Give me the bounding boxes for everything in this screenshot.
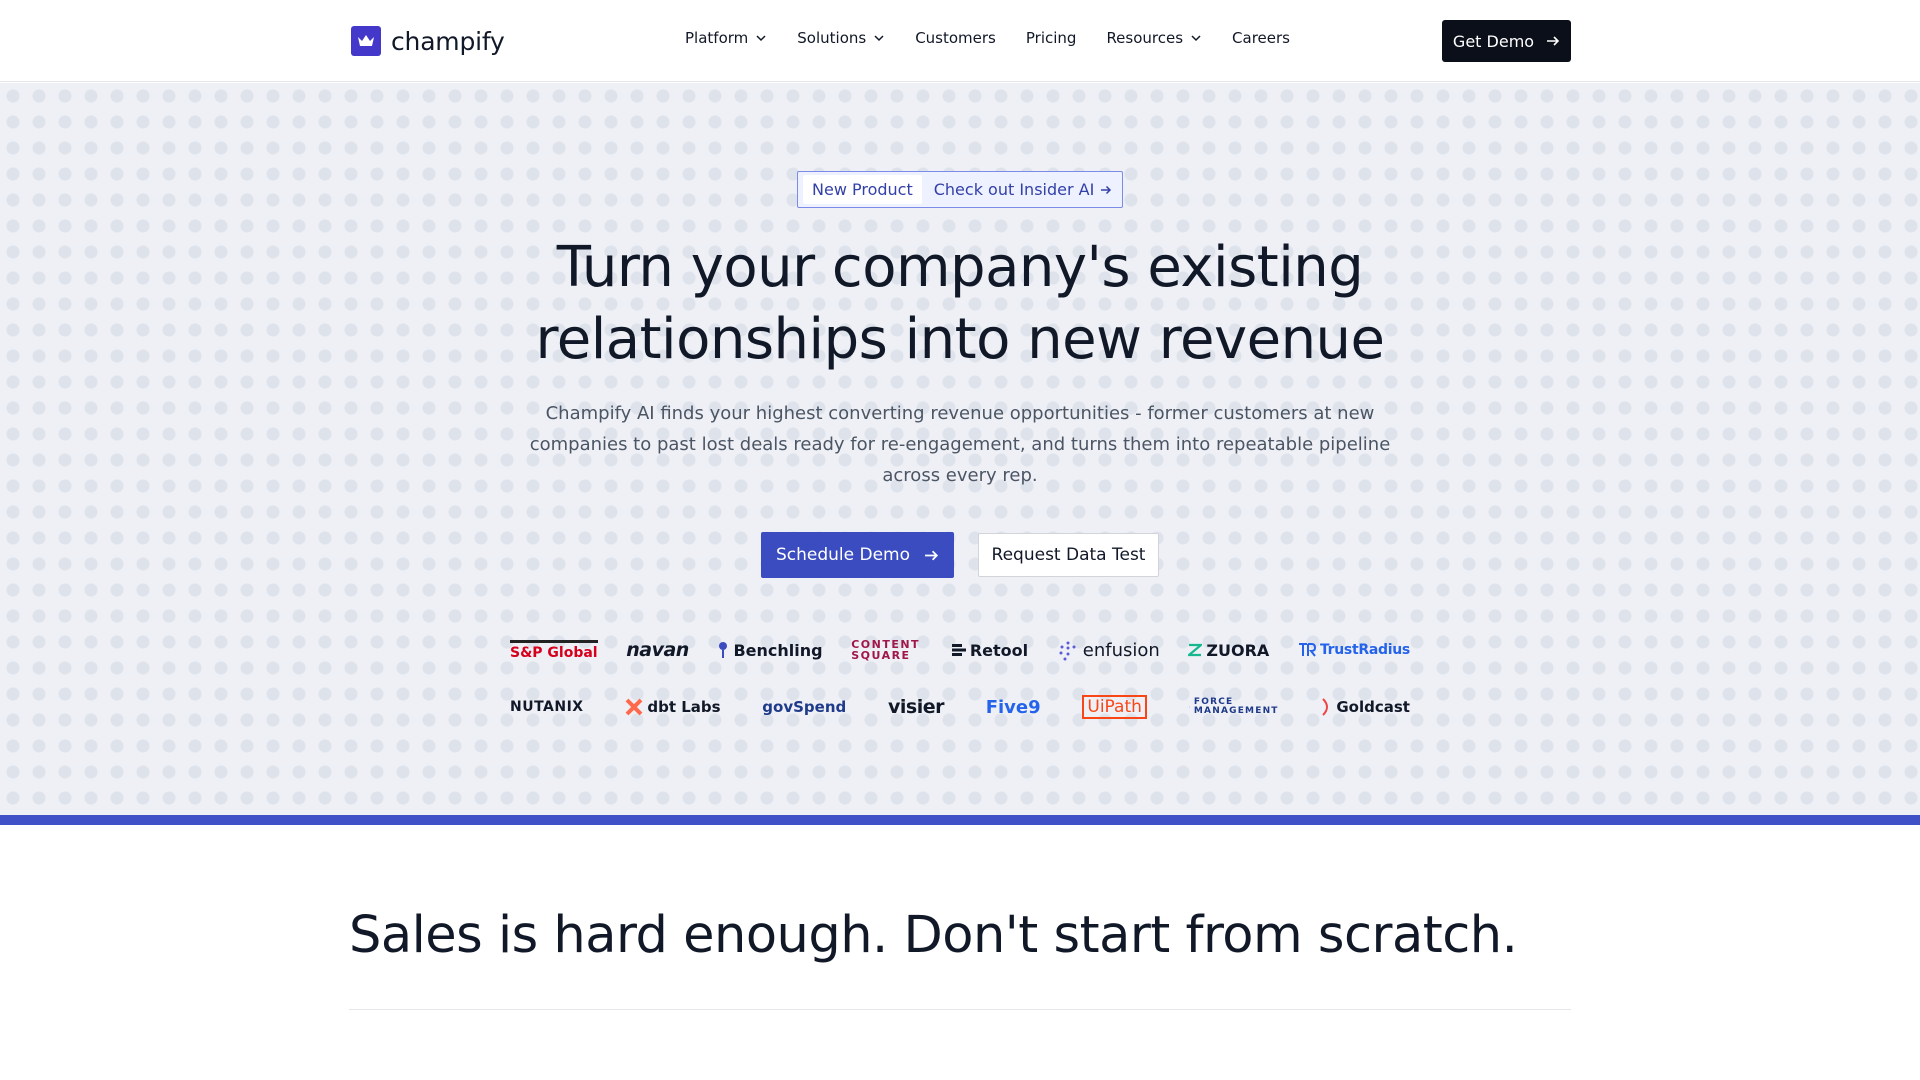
customer-name: visier	[887, 696, 944, 718]
get-demo-label: Get Demo	[1452, 31, 1535, 51]
customer-logo-force-management: FORCE MANAGEMENT	[1188, 697, 1279, 716]
customer-name: ZUORA	[1206, 640, 1270, 660]
customer-name: Goldcast	[1336, 698, 1410, 716]
schedule-demo-label: Schedule Demo	[775, 545, 911, 565]
enfusion-icon	[1059, 641, 1076, 661]
new-product-badge[interactable]: New Product Check out Insider AI	[797, 171, 1123, 208]
badge-pill: New Product	[803, 175, 922, 204]
customer-logo-dbt-labs: dbt Labs	[625, 698, 721, 716]
nav-item-resources[interactable]: Resources	[1106, 29, 1202, 47]
zuora-icon	[1188, 643, 1203, 657]
crown-icon	[351, 26, 381, 56]
hero-subtext: Champify AI finds your highest convertin…	[520, 398, 1400, 491]
arrow-right-icon	[1547, 36, 1560, 46]
customer-logo-sp-global: S&P Global	[510, 639, 598, 661]
customer-name: NUTANIX	[510, 699, 584, 715]
nav-item-label: Pricing	[1025, 29, 1077, 47]
subtext-line: across every rep.	[882, 465, 1038, 486]
customer-name: CONTENT SQUARE	[851, 638, 921, 662]
badge-link-label: Check out Insider AI	[933, 180, 1095, 199]
customer-name: Retool	[969, 640, 1029, 660]
customer-name: navan	[626, 639, 689, 661]
arrow-right-icon	[1101, 185, 1112, 194]
customer-name: S&P Global	[510, 644, 598, 661]
retool-icon	[951, 644, 966, 656]
request-data-test-label: Request Data Test	[991, 545, 1146, 565]
customer-name: FORCE MANAGEMENT	[1193, 697, 1279, 716]
get-demo-button[interactable]: Get Demo	[1442, 20, 1571, 62]
chevron-down-icon	[874, 35, 884, 42]
customer-logo-enfusion: enfusion	[1057, 639, 1160, 661]
force-icon	[1188, 706, 1190, 708]
goldcast-icon	[1322, 698, 1329, 716]
arrow-right-icon	[925, 550, 939, 560]
customer-logo-goldcast: Goldcast	[1320, 698, 1410, 716]
hero-accent-bar	[0, 815, 1920, 825]
nav-item-label: Solutions	[797, 29, 867, 47]
customer-logo-retool: Retool	[951, 640, 1029, 660]
customer-logo-uipath: UiPath	[1082, 695, 1147, 719]
customer-name: UiPath	[1087, 697, 1142, 717]
customer-logo-trustradius: TrustRadius	[1298, 642, 1410, 658]
customer-name: Benchling	[733, 640, 823, 660]
nav-item-label: Resources	[1106, 29, 1184, 47]
customer-logo-govspend: govSpend	[762, 698, 846, 716]
customer-logo-visier: visier	[888, 696, 944, 718]
headline-line: Turn your company's existing	[556, 235, 1364, 300]
dbt-icon	[625, 698, 643, 716]
customer-logos-row-2: NUTANIX dbt Labs govSpend visier Five9 U…	[510, 687, 1410, 727]
hero-headline: Turn your company's existing relationshi…	[460, 232, 1460, 376]
chevron-down-icon	[1191, 35, 1201, 42]
customer-name: Five9	[985, 696, 1041, 718]
customer-logo-five9: Five9	[986, 697, 1041, 718]
insider-ai-link[interactable]: Check out Insider AI	[934, 180, 1113, 199]
customer-logo-contentsquare: CONTENT SQUARE	[851, 639, 923, 661]
brand-logo[interactable]: champify	[351, 26, 505, 56]
trustradius-icon	[1298, 643, 1316, 657]
customer-name: govSpend	[762, 698, 847, 716]
nav-item-solutions[interactable]: Solutions	[797, 29, 885, 47]
section-title: Sales is hard enough. Don't start from s…	[349, 906, 1518, 965]
customer-name: TrustRadius	[1319, 642, 1410, 658]
main-menu: Platform Solutions Customers Pricing Res…	[685, 29, 1290, 47]
nav-item-platform[interactable]: Platform	[685, 29, 767, 47]
top-nav: champify Platform Solutions Customers Pr…	[0, 0, 1920, 82]
chevron-down-icon	[756, 35, 766, 42]
nav-item-careers[interactable]: Careers	[1232, 29, 1290, 47]
section-divider	[349, 1009, 1571, 1010]
request-data-test-button[interactable]: Request Data Test	[978, 533, 1159, 577]
headline-line: relationships into new revenue	[535, 307, 1385, 372]
nav-item-label: Customers	[915, 29, 996, 47]
customer-logo-navan: navan	[626, 639, 689, 661]
customer-name: enfusion	[1082, 639, 1160, 661]
customer-logo-zuora: ZUORA	[1188, 641, 1269, 660]
nav-item-pricing[interactable]: Pricing	[1026, 29, 1077, 47]
customer-logo-benchling: Benchling	[717, 640, 823, 660]
schedule-demo-button[interactable]: Schedule Demo	[761, 532, 954, 578]
nav-item-label: Careers	[1232, 29, 1290, 47]
benchling-icon	[719, 642, 728, 658]
customer-logo-nutanix: NUTANIX	[510, 699, 584, 715]
brand-name: champify	[391, 26, 505, 56]
nav-item-label: Platform	[685, 29, 749, 47]
nav-item-customers[interactable]: Customers	[915, 29, 996, 47]
customer-logos-row-1: S&P Global navan Benchling CONTENT SQUAR…	[510, 630, 1410, 670]
customer-name: dbt Labs	[647, 698, 721, 716]
subtext-line: companies to past lost deals ready for r…	[529, 434, 1391, 455]
subtext-line: Champify AI finds your highest convertin…	[545, 403, 1375, 424]
